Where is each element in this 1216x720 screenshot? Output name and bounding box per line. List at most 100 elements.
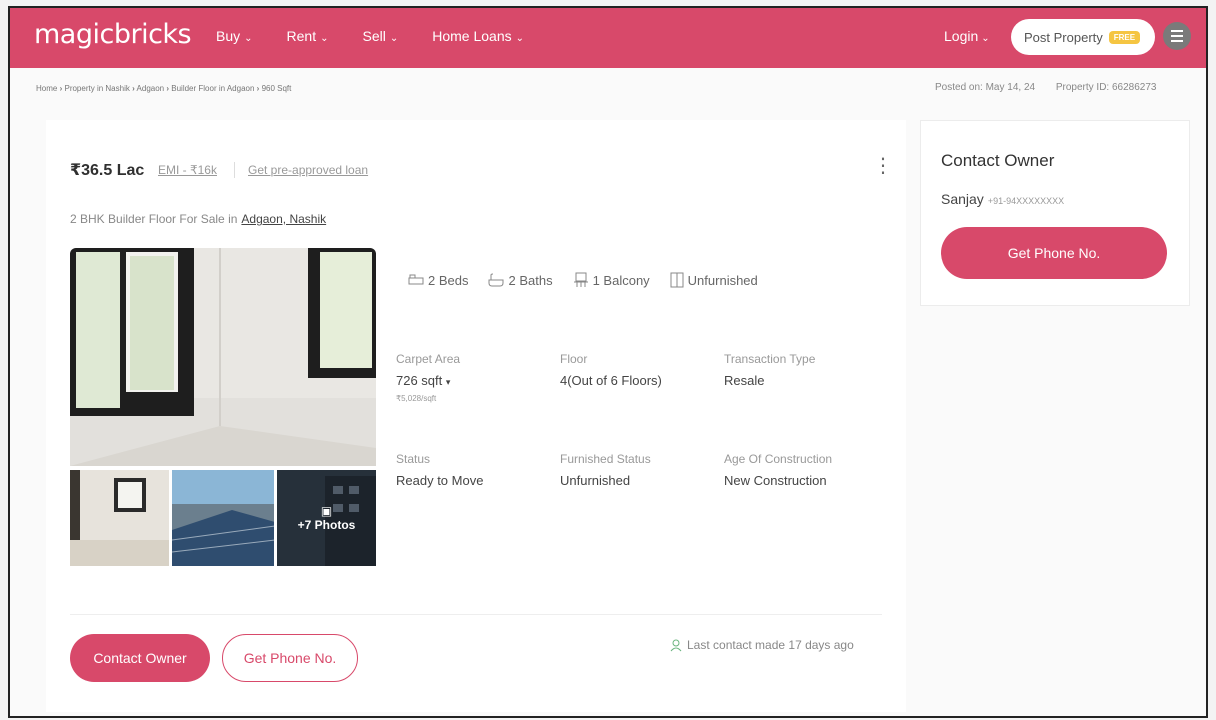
summary-furnished: Furnished Status Unfurnished: [560, 452, 720, 488]
last-contact-info: Last contact made 17 days ago: [670, 638, 854, 652]
feature-balcony-label: 1 Balcony: [592, 272, 650, 288]
photo-thumbnails: ▣ +7 Photos: [70, 470, 377, 566]
main-photo[interactable]: [70, 248, 376, 466]
nav-buy[interactable]: Buy ⌄: [216, 28, 253, 44]
feature-list: 2 Beds 2 Baths 1 Balcony Unfurnished: [408, 272, 778, 288]
breadcrumb-separator: ›: [166, 84, 170, 93]
nav-rent-label: Rent: [286, 28, 317, 44]
nav-home-loans-label: Home Loans: [432, 28, 512, 44]
breadcrumb-nashik[interactable]: Property in Nashik: [64, 84, 129, 93]
status-value: Ready to Move: [396, 473, 484, 488]
age-value: New Construction: [724, 473, 827, 488]
nav-home-loans[interactable]: Home Loans ⌄: [432, 28, 524, 44]
breadcrumb-separator: ›: [256, 84, 260, 93]
carpet-area-text: 726 sqft: [396, 373, 443, 388]
summary-floor: Floor 4(Out of 6 Floors): [560, 352, 720, 388]
photo-icon: ▣: [320, 504, 333, 518]
more-photos-label: +7 Photos: [297, 518, 356, 532]
feature-baths-label: 2 Baths: [508, 272, 553, 288]
chevron-down-icon: ⌄: [320, 33, 329, 44]
nav-sell[interactable]: Sell ⌄: [362, 28, 398, 44]
bed-icon: [408, 274, 424, 285]
login-menu[interactable]: Login ⌄: [944, 28, 990, 44]
breadcrumb: Home › Property in Nashik › Adgaon › Bui…: [36, 84, 291, 93]
feature-furnishing-label: Unfurnished: [687, 272, 758, 288]
contact-owner-button[interactable]: Contact Owner: [70, 634, 210, 682]
solar-panels-thumbnail-image: [172, 470, 274, 566]
chevron-down-icon: ⌄: [515, 33, 525, 44]
login-label: Login: [944, 28, 979, 44]
magicbricks-logo[interactable]: magicbricks: [34, 19, 192, 50]
main-nav: Buy ⌄ Rent ⌄ Sell ⌄ Home Loans ⌄: [216, 28, 558, 44]
user-icon: [670, 639, 682, 651]
nav-buy-label: Buy: [216, 28, 241, 44]
emi-link[interactable]: EMI - ₹16k: [158, 163, 217, 177]
price: ₹36.5 Lac: [70, 162, 145, 179]
interior-thumbnail-image: [70, 470, 170, 566]
hamburger-menu-icon[interactable]: [1163, 22, 1191, 50]
owner-phone-masked: +91-94XXXXXXXX: [987, 196, 1065, 206]
nav-sell-label: Sell: [362, 28, 386, 44]
breadcrumb-separator: ›: [59, 84, 63, 93]
location-link[interactable]: Adgaon, Nashik: [241, 212, 326, 226]
listing-meta: Posted on: May 14, 24 Property ID: 66286…: [935, 82, 1156, 93]
posted-on: Posted on: May 14, 24: [935, 82, 1036, 93]
panel-get-phone-button[interactable]: Get Phone No.: [941, 227, 1167, 279]
chevron-down-icon: ⌄: [981, 33, 990, 44]
furnishing-icon: [670, 272, 684, 288]
contact-owner-panel: Contact Owner Sanjay +91-94XXXXXXXX Get P…: [920, 120, 1190, 306]
owner-info: Sanjay +91-94XXXXXXXX: [941, 191, 1064, 207]
top-navbar: magicbricks Buy ⌄ Rent ⌄ Sell ⌄ Home Loans ⌄…: [10, 8, 1206, 68]
feature-baths: 2 Baths: [488, 272, 553, 288]
chevron-down-icon: ⌄: [389, 33, 399, 44]
carpet-area-value[interactable]: 726 sqft ▾: [396, 373, 556, 388]
chevron-down-icon: ▾: [445, 377, 451, 387]
owner-name: Sanjay: [941, 191, 984, 207]
property-id: Property ID: 66286273: [1055, 82, 1157, 93]
post-property-button[interactable]: Post Property FREE: [1011, 19, 1155, 55]
property-title: 2 BHK Builder Floor For Sale in Adgaon, N…: [70, 212, 326, 226]
divider: [234, 162, 235, 178]
thumbnail-3[interactable]: ▣ +7 Photos: [277, 470, 377, 566]
chevron-down-icon: ⌄: [244, 33, 253, 44]
carpet-area-label: Carpet Area: [396, 352, 461, 366]
breadcrumb-current: 960 Sqft: [261, 84, 292, 93]
preapproved-loan-link[interactable]: Get pre-approved loan: [248, 163, 368, 177]
thumbnail-1[interactable]: [70, 470, 170, 566]
summary-carpet-area: Carpet Area 726 sqft ▾ ₹5,028/sqft: [396, 352, 556, 403]
card-divider: [70, 614, 882, 615]
bath-icon: [488, 273, 504, 287]
feature-furnishing: Unfurnished: [670, 272, 758, 288]
nav-rent[interactable]: Rent ⌄: [287, 28, 329, 44]
free-badge: FREE: [1108, 30, 1141, 44]
post-property-label: Post Property: [1024, 29, 1103, 45]
age-label: Age Of Construction: [724, 452, 833, 466]
summary-transaction: Transaction Type Resale: [724, 352, 884, 388]
furnished-label: Furnished Status: [560, 452, 651, 466]
room-photo-image: [70, 248, 376, 466]
balcony-icon: [573, 272, 588, 287]
breadcrumb-builder-floor[interactable]: Builder Floor in Adgaon: [171, 84, 254, 93]
transaction-label: Transaction Type: [724, 352, 816, 366]
page-frame: magicbricks Buy ⌄ Rent ⌄ Sell ⌄ Home Loans ⌄…: [8, 6, 1208, 718]
get-phone-button[interactable]: Get Phone No.: [222, 634, 358, 682]
feature-beds-label: 2 Beds: [428, 272, 469, 288]
status-label: Status: [396, 452, 431, 466]
thumbnail-2[interactable]: [172, 470, 274, 566]
price-per-sqft: ₹5,028/sqft: [396, 394, 437, 403]
contact-panel-title: Contact Owner: [941, 151, 1055, 170]
transaction-value: Resale: [724, 373, 765, 388]
breadcrumb-separator: ›: [132, 84, 135, 93]
breadcrumb-home[interactable]: Home: [36, 84, 57, 93]
more-photos-overlay[interactable]: ▣ +7 Photos: [277, 470, 377, 566]
last-contact-text: Last contact made 17 days ago: [687, 638, 854, 652]
floor-value: 4(Out of 6 Floors): [560, 373, 662, 388]
breadcrumb-adgaon[interactable]: Adgaon: [137, 84, 165, 93]
summary-age: Age Of Construction New Construction: [724, 452, 884, 488]
title-prefix: 2 BHK Builder Floor For Sale in: [70, 212, 238, 226]
property-card: ₹36.5 Lac EMI - ₹16k Get pre-approved lo…: [46, 120, 906, 712]
floor-label: Floor: [560, 352, 588, 366]
more-options-icon[interactable]: ⋮: [873, 156, 893, 176]
summary-status: Status Ready to Move: [396, 452, 556, 488]
feature-beds: 2 Beds: [408, 272, 468, 288]
